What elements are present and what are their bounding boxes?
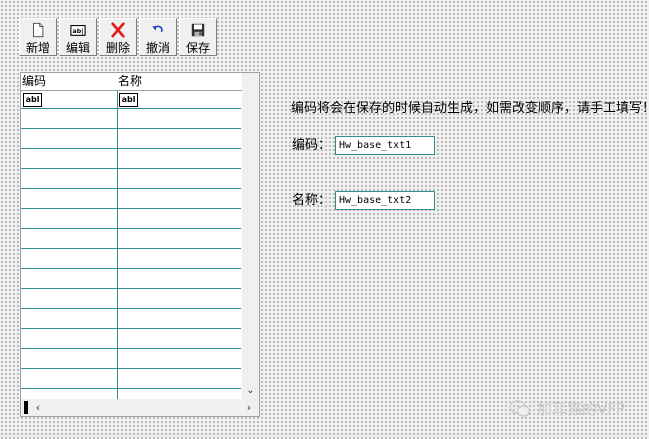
code-label: 编码： <box>292 138 332 153</box>
save-floppy-icon <box>191 23 205 37</box>
name-field[interactable]: Hw_base_txt2 <box>335 191 435 210</box>
undo-arrow-icon <box>152 25 163 33</box>
name-cell-textbox-icon[interactable]: abl <box>119 93 138 107</box>
row-divider <box>21 168 241 169</box>
save-button[interactable]: 保存 <box>179 18 217 56</box>
grid-splitter[interactable] <box>24 401 28 414</box>
row-divider <box>21 368 241 369</box>
grid-body[interactable]: abl abl <box>21 91 241 399</box>
delete-button[interactable]: 删除 <box>99 18 137 56</box>
row-divider <box>21 188 241 189</box>
name-label: 名称： <box>292 193 332 208</box>
row-divider <box>21 388 241 389</box>
new-button-label: 新增 <box>25 41 50 55</box>
code-field[interactable]: Hw_base_txt1 <box>335 136 435 155</box>
undo-button[interactable]: 撤消 <box>139 18 177 56</box>
new-button[interactable]: 新增 <box>19 18 57 56</box>
edit-button-label: 编辑 <box>65 41 90 55</box>
delete-x-icon <box>111 22 125 38</box>
row-divider <box>21 288 241 289</box>
toolbar: 新增 ab| 编辑 删除 撤消 保存 <box>19 18 217 58</box>
row-divider <box>21 108 241 109</box>
column-header-name[interactable]: 名称 <box>118 74 142 89</box>
row-divider <box>21 148 241 149</box>
horizontal-scrollbar[interactable]: ‹ › <box>21 399 259 416</box>
data-grid[interactable]: 编码 名称 abl abl ⌄ ‹ › <box>20 72 260 417</box>
edit-textbox-icon: ab| <box>70 25 86 36</box>
code-cell-textbox-icon[interactable]: abl <box>23 93 42 107</box>
new-document-icon <box>33 22 44 38</box>
watermark: 加菲猫的VFP <box>509 398 625 419</box>
row-divider <box>21 268 241 269</box>
column-header-code[interactable]: 编码 <box>22 74 46 89</box>
row-divider <box>21 128 241 129</box>
row-divider <box>21 208 241 209</box>
auto-generate-note: 编码将会在保存的时候自动生成，如需改变顺序，请手工填写！ <box>291 101 649 116</box>
row-divider <box>21 248 241 249</box>
grid-header: 编码 名称 <box>21 73 243 91</box>
scroll-left-icon[interactable]: ‹ <box>30 399 46 416</box>
wechat-icon <box>509 399 531 417</box>
row-divider <box>21 308 241 309</box>
svg-text:ab|: ab| <box>73 28 84 36</box>
edit-button[interactable]: ab| 编辑 <box>59 18 97 56</box>
column-divider <box>117 91 118 399</box>
row-divider <box>21 328 241 329</box>
watermark-text: 加菲猫的VFP <box>537 400 625 418</box>
vertical-scrollbar[interactable]: ⌄ <box>242 73 259 399</box>
row-divider <box>21 228 241 229</box>
row-divider <box>21 348 241 349</box>
save-button-label: 保存 <box>185 41 210 55</box>
undo-button-label: 撤消 <box>145 41 170 55</box>
scroll-down-icon[interactable]: ⌄ <box>242 383 259 399</box>
scroll-right-icon[interactable]: › <box>241 399 257 416</box>
delete-button-label: 删除 <box>105 41 130 55</box>
